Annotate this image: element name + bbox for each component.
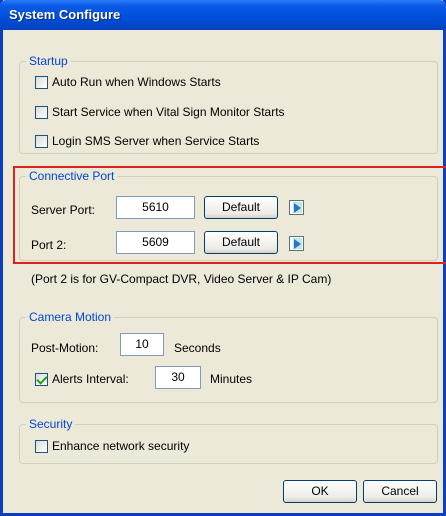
auto-run-label: Auto Run when Windows Starts [52, 75, 221, 89]
title-bar[interactable]: System Configure [0, 0, 446, 30]
alerts-interval-label: Alerts Interval: [52, 372, 129, 386]
camera-motion-legend: Camera Motion [26, 310, 115, 324]
startup-legend: Startup [26, 54, 71, 68]
enhance-security-label: Enhance network security [52, 439, 190, 453]
alerts-interval-input[interactable]: 30 [155, 366, 201, 389]
ok-button[interactable]: OK [283, 480, 357, 503]
enhance-security-checkbox-row[interactable]: Enhance network security [35, 439, 189, 453]
start-service-checkbox[interactable] [35, 105, 48, 119]
start-service-label: Start Service when Vital Sign Monitor St… [52, 105, 285, 119]
post-motion-label: Post-Motion: [31, 341, 99, 355]
alerts-interval-checkbox[interactable] [35, 372, 48, 386]
login-sms-label: Login SMS Server when Service Starts [52, 134, 260, 148]
login-sms-checkbox[interactable] [35, 134, 48, 148]
camera-motion-group: Camera Motion [19, 310, 438, 403]
auto-run-checkbox[interactable] [35, 75, 48, 89]
window-title: System Configure [9, 7, 121, 22]
cancel-button[interactable]: Cancel [363, 480, 437, 503]
minutes-label: Minutes [210, 372, 253, 386]
post-motion-input[interactable]: 10 [120, 333, 164, 356]
seconds-label: Seconds [174, 341, 221, 355]
start-service-checkbox-row[interactable]: Start Service when Vital Sign Monitor St… [35, 105, 285, 119]
port2-note: (Port 2 is for GV-Compact DVR, Video Ser… [31, 272, 332, 286]
security-legend: Security [26, 417, 76, 431]
auto-run-checkbox-row[interactable]: Auto Run when Windows Starts [35, 75, 221, 89]
enhance-security-checkbox[interactable] [35, 439, 48, 453]
alerts-interval-checkbox-row[interactable]: Alerts Interval: [35, 372, 129, 386]
connective-port-highlight [13, 166, 446, 264]
login-sms-checkbox-row[interactable]: Login SMS Server when Service Starts [35, 134, 259, 148]
